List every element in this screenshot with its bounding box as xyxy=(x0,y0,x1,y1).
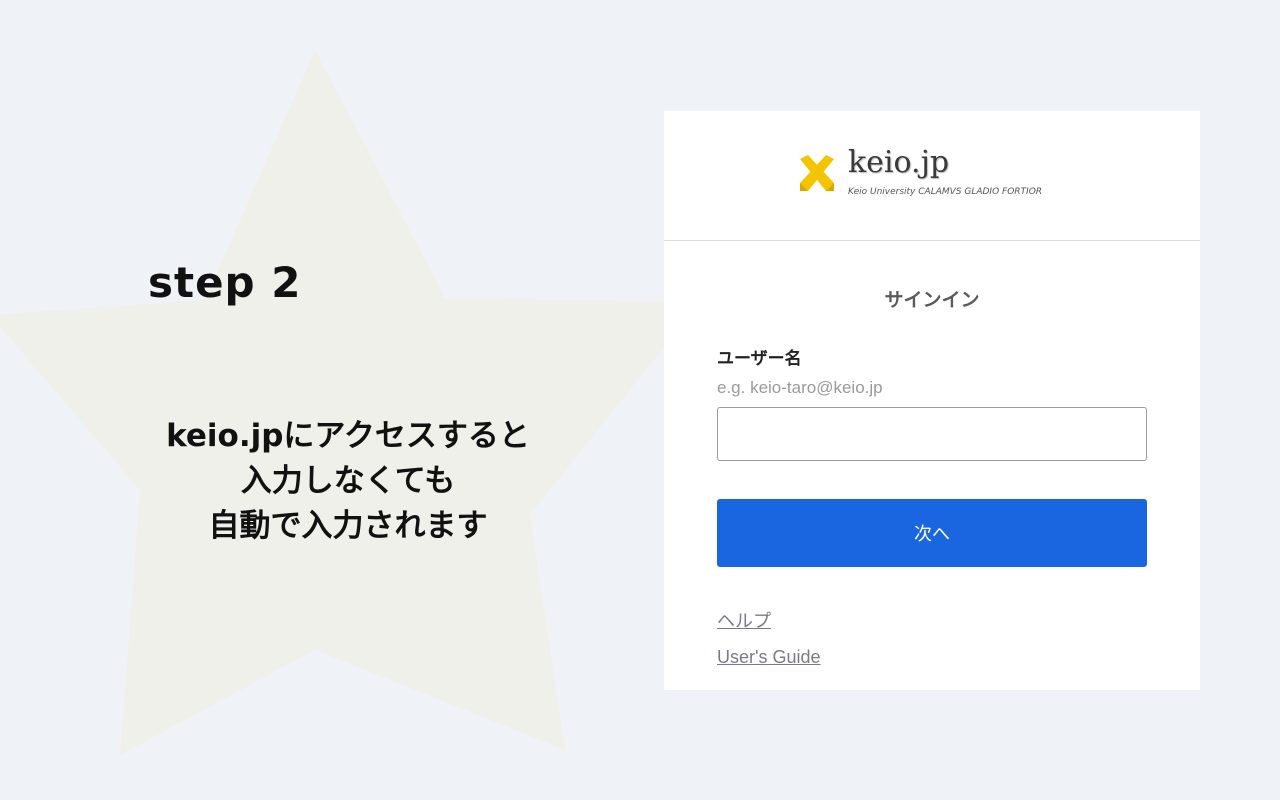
signin-title: サインイン xyxy=(884,289,980,311)
keio-logo: keio.jp Keio University CALAMVS GLADIO F… xyxy=(796,145,1076,201)
caption-line: keio.jpにアクセスすると xyxy=(166,418,530,454)
username-hint: e.g. keio-taro@keio.jp xyxy=(717,378,883,397)
crossed-pens-icon xyxy=(800,155,834,191)
logo-name: keio.jp xyxy=(848,145,950,180)
username-input[interactable] xyxy=(717,407,1147,461)
username-label: ユーザー名 xyxy=(717,349,802,369)
signin-card: keio.jp Keio University CALAMVS GLADIO F… xyxy=(664,111,1200,690)
users-guide-link[interactable]: User's Guide xyxy=(717,647,1147,668)
logo-tagline: Keio University CALAMVS GLADIO FORTIOR xyxy=(848,187,1043,197)
card-header: keio.jp Keio University CALAMVS GLADIO F… xyxy=(664,111,1200,241)
help-link[interactable]: ヘルプ xyxy=(717,607,1147,633)
next-button[interactable]: 次へ xyxy=(717,499,1147,567)
caption-line: 自動で入力されます xyxy=(208,508,488,544)
step-title: step 2 xyxy=(148,258,302,307)
step-caption: keio.jpにアクセスすると 入力しなくても 自動で入力されます xyxy=(118,414,578,549)
card-body: サインイン ユーザー名 e.g. keio-taro@keio.jp 次へ ヘル… xyxy=(664,285,1200,668)
caption-line: 入力しなくても xyxy=(240,463,456,499)
slide: step 2 keio.jpにアクセスすると 入力しなくても 自動で入力されます… xyxy=(0,0,1280,800)
